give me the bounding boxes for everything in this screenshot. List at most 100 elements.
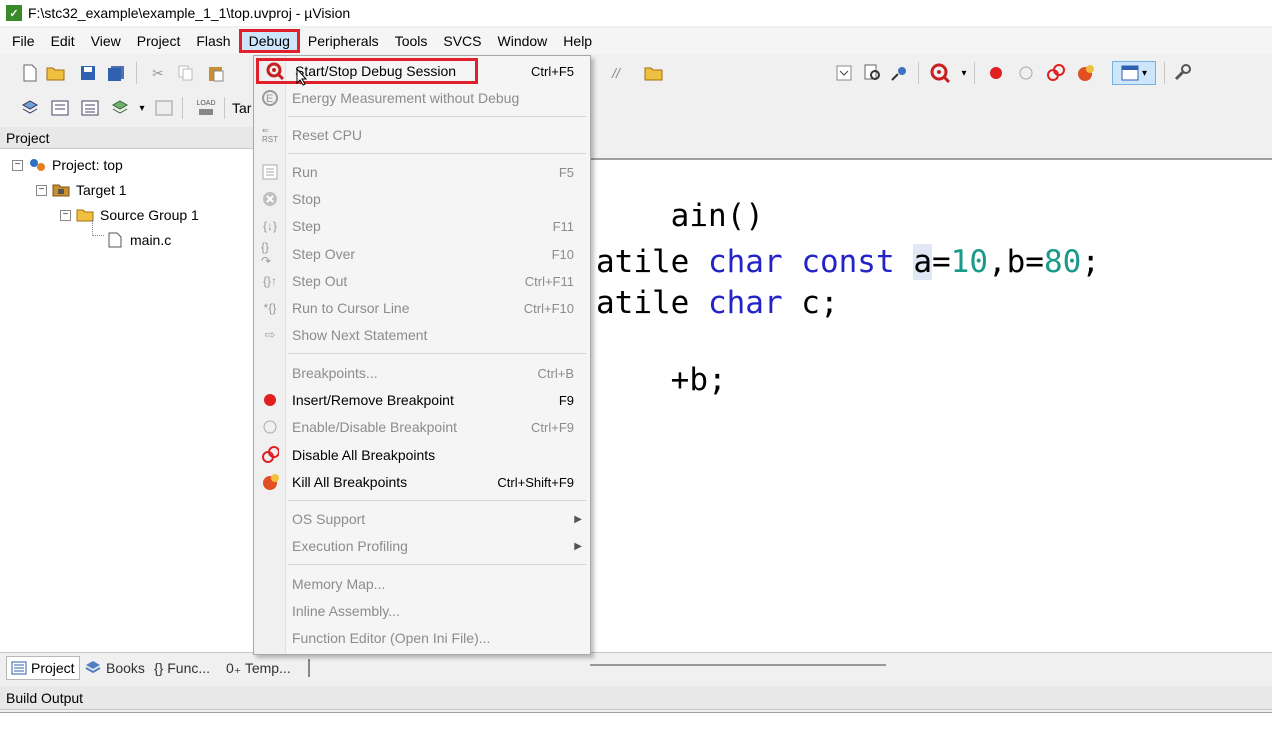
menu-item-memory-map[interactable]: Memory Map... <box>254 571 590 597</box>
menu-bar: File Edit View Project Flash Debug Perip… <box>0 28 1272 54</box>
menu-item-kill-all-breakpoints[interactable]: Kill All Breakpoints Ctrl+Shift+F9 <box>254 469 590 495</box>
tree-item-project[interactable]: − Project: top <box>12 154 123 176</box>
rebuild-icon[interactable] <box>80 98 100 118</box>
translate-icon[interactable] <box>20 98 40 118</box>
chevron-down-icon[interactable]: ▾ <box>954 63 974 83</box>
debug-session-icon[interactable] <box>930 63 950 83</box>
batch-build-icon[interactable] <box>110 98 130 118</box>
window-layout-button[interactable]: ▾ <box>1112 61 1156 85</box>
collapse-icon[interactable]: − <box>36 184 47 196</box>
menu-item-disable-all-breakpoints[interactable]: Disable All Breakpoints <box>254 442 590 468</box>
tab-project[interactable]: Project <box>6 656 80 680</box>
stop-build-icon[interactable] <box>154 98 174 118</box>
tree-item-file[interactable]: main.c <box>106 229 171 251</box>
code-line-2: atile char const a=10,b=80; <box>596 244 1100 280</box>
tab-books[interactable]: Books <box>80 656 149 680</box>
chevron-down-icon[interactable]: ▾ <box>132 98 152 118</box>
build-output-title: Build Output <box>0 686 1272 710</box>
menu-item-breakpoints[interactable]: Breakpoints... Ctrl+B <box>254 360 590 386</box>
menu-item-step-over[interactable]: {}↷ Step Over F10 <box>254 240 590 268</box>
find-in-files-icon[interactable] <box>862 63 882 83</box>
save-all-icon[interactable] <box>106 63 126 83</box>
run-to-cursor-icon: *{} <box>263 301 277 315</box>
menu-help[interactable]: Help <box>555 29 600 53</box>
comment-icon[interactable]: // <box>606 63 626 83</box>
browse-icon[interactable] <box>890 63 910 83</box>
code-line-4: +b; <box>670 362 727 398</box>
stop-icon <box>261 190 279 208</box>
menu-item-show-next-statement[interactable]: ⇨ Show Next Statement <box>254 322 590 348</box>
dropdown-box-icon[interactable] <box>834 63 854 83</box>
open-folder-2-icon[interactable] <box>644 63 664 83</box>
menu-edit[interactable]: Edit <box>43 29 83 53</box>
paste-icon[interactable] <box>206 63 226 83</box>
menu-item-run[interactable]: Run F5 <box>254 159 590 185</box>
code-line-3: atile char c; <box>596 285 839 321</box>
menu-item-reset-cpu[interactable]: ⇐ RST Reset CPU <box>254 122 590 148</box>
menu-item-inline-assembly[interactable]: Inline Assembly... <box>254 598 590 624</box>
menu-peripherals[interactable]: Peripherals <box>300 29 387 53</box>
menu-item-stop[interactable]: Stop <box>254 186 590 212</box>
arrow-right-icon: ⇨ <box>264 327 276 342</box>
menu-item-function-editor[interactable]: Function Editor (Open Ini File)... <box>254 625 590 651</box>
debug-session-icon <box>266 62 284 80</box>
menu-tools[interactable]: Tools <box>387 29 436 53</box>
tree-item-source-group[interactable]: − Source Group 1 <box>60 204 199 226</box>
tree-item-target[interactable]: − Target 1 <box>36 179 127 201</box>
target-select-label[interactable]: Tar <box>232 100 251 116</box>
menu-flash[interactable]: Flash <box>188 29 238 53</box>
kill-breakpoints-icon <box>261 473 279 491</box>
menu-project[interactable]: Project <box>129 29 189 53</box>
breakpoint-red-icon <box>261 391 279 409</box>
menu-separator <box>288 564 586 565</box>
tree-item-label: Project: top <box>52 157 123 173</box>
disable-breakpoints-icon <box>261 446 279 464</box>
save-icon[interactable] <box>78 63 98 83</box>
build-output-panel[interactable] <box>0 712 1272 750</box>
wrench-icon[interactable] <box>1172 63 1192 83</box>
menu-item-energy-measurement[interactable]: E Energy Measurement without Debug <box>254 85 590 111</box>
toolbar-separator <box>224 97 225 119</box>
download-icon[interactable]: LOAD <box>194 96 218 120</box>
menu-item-start-stop-debug[interactable]: Start/Stop Debug Session <box>256 58 478 84</box>
copy-icon[interactable] <box>176 63 196 83</box>
tree-item-label: main.c <box>130 232 172 248</box>
disable-breakpoints-icon[interactable] <box>1046 63 1066 83</box>
collapse-icon[interactable]: − <box>60 209 71 221</box>
cut-icon[interactable]: ✂ <box>148 63 168 83</box>
horizontal-scrollbar[interactable] <box>590 664 886 666</box>
tab-functions[interactable]: {} Func... <box>150 656 214 680</box>
tab-templates[interactable]: 0₊ Temp... <box>222 656 295 680</box>
toolbar-separator <box>182 97 183 119</box>
menu-item-insert-remove-breakpoint[interactable]: Insert/Remove Breakpoint F9 <box>254 387 590 413</box>
insert-breakpoint-icon[interactable] <box>986 63 1006 83</box>
menu-svcs[interactable]: SVCS <box>435 29 489 53</box>
menu-item-run-to-cursor[interactable]: *{} Run to Cursor Line Ctrl+F10 <box>254 295 590 321</box>
menu-item-os-support[interactable]: OS Support ▶ <box>254 506 590 532</box>
enable-breakpoint-icon[interactable] <box>1016 63 1036 83</box>
kill-breakpoints-icon[interactable] <box>1076 63 1096 83</box>
menu-item-enable-disable-breakpoint[interactable]: Enable/Disable Breakpoint Ctrl+F9 <box>254 414 590 440</box>
menu-item-step[interactable]: {↓} Step F11 <box>254 213 590 239</box>
download-label: LOAD <box>196 99 216 107</box>
build-icon[interactable] <box>50 98 70 118</box>
menu-view[interactable]: View <box>83 29 129 53</box>
breakpoint-outline-icon <box>261 418 279 436</box>
submenu-arrow-icon: ▶ <box>574 513 582 525</box>
menu-item-step-out[interactable]: {}↑ Step Out Ctrl+F11 <box>254 268 590 294</box>
new-file-icon[interactable] <box>20 63 40 83</box>
submenu-arrow-icon: ▶ <box>574 540 582 552</box>
menu-file[interactable]: File <box>4 29 43 53</box>
menu-debug[interactable]: Debug <box>238 29 300 53</box>
collapse-icon[interactable]: − <box>12 159 23 171</box>
menu-window[interactable]: Window <box>490 29 556 53</box>
menu-separator <box>288 500 586 501</box>
open-folder-icon[interactable] <box>46 63 66 83</box>
mouse-cursor-icon <box>296 68 308 86</box>
menu-separator <box>288 353 586 354</box>
run-icon <box>261 163 279 181</box>
uvision-app-icon: ✓ <box>6 5 22 21</box>
tree-item-label: Target 1 <box>76 182 127 198</box>
menu-item-execution-profiling[interactable]: Execution Profiling ▶ <box>254 533 590 559</box>
books-tab-icon <box>84 660 102 676</box>
